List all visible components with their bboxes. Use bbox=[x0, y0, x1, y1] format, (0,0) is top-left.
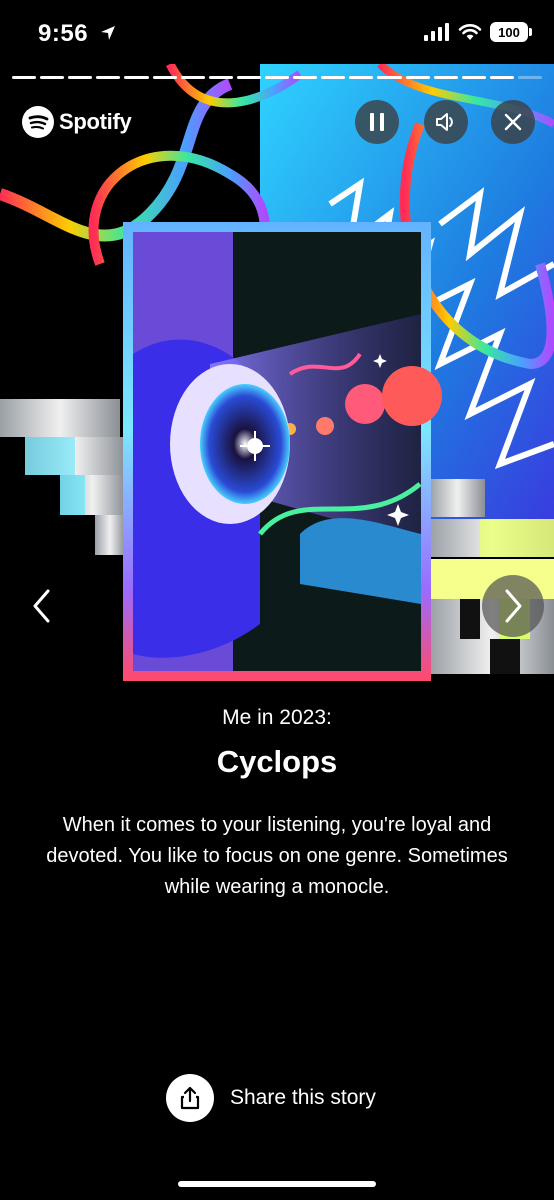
progress-segment bbox=[124, 76, 149, 79]
progress-segment bbox=[68, 76, 93, 79]
pause-button[interactable] bbox=[355, 100, 399, 144]
progress-segment bbox=[433, 76, 458, 79]
artwork-illustration bbox=[0, 64, 554, 681]
progress-segment bbox=[321, 76, 346, 79]
wifi-icon bbox=[458, 24, 482, 40]
progress-segment bbox=[461, 76, 486, 79]
location-arrow-icon bbox=[101, 26, 116, 40]
status-icons: 100 bbox=[424, 22, 532, 42]
spotify-logo: Spotify bbox=[22, 106, 132, 138]
progress-segment bbox=[236, 76, 261, 79]
progress-segment bbox=[377, 76, 402, 79]
story-subtitle: Me in 2023: bbox=[222, 706, 332, 729]
volume-icon bbox=[436, 113, 453, 131]
progress-segment bbox=[489, 76, 514, 79]
battery-level: 100 bbox=[498, 24, 520, 40]
share-button[interactable] bbox=[166, 1074, 214, 1122]
spotify-icon bbox=[22, 106, 54, 138]
battery-icon: 100 bbox=[490, 22, 532, 42]
story-progress bbox=[12, 76, 543, 79]
progress-segment bbox=[405, 76, 430, 79]
progress-segment bbox=[96, 76, 121, 79]
progress-segment bbox=[152, 76, 177, 79]
share-icon bbox=[180, 1086, 200, 1110]
share-label[interactable]: Share this story bbox=[230, 1086, 376, 1110]
progress-segment bbox=[293, 76, 318, 79]
signal-icon bbox=[424, 23, 449, 41]
progress-segment bbox=[208, 76, 233, 79]
progress-segment bbox=[264, 76, 290, 79]
progress-segment bbox=[12, 76, 37, 79]
close-button[interactable] bbox=[491, 100, 535, 144]
next-story-button[interactable] bbox=[482, 575, 544, 637]
chevron-left-icon bbox=[33, 589, 50, 623]
status-bar: 9:56 100 bbox=[0, 0, 554, 64]
pause-icon bbox=[370, 113, 384, 131]
brand-name: Spotify bbox=[59, 109, 132, 134]
home-indicator bbox=[178, 1181, 376, 1187]
time-text: 9:56 bbox=[38, 20, 89, 47]
story-description: When it comes to your listening, you're … bbox=[46, 814, 508, 898]
story-artwork bbox=[0, 64, 554, 690]
progress-segment bbox=[517, 76, 543, 79]
chevron-right-icon bbox=[505, 589, 522, 623]
previous-story-button[interactable] bbox=[14, 580, 70, 632]
progress-segment bbox=[180, 76, 205, 79]
progress-segment bbox=[40, 76, 65, 79]
share-story[interactable]: Share this story bbox=[166, 1074, 376, 1122]
progress-segment bbox=[349, 76, 374, 79]
close-icon bbox=[504, 113, 522, 131]
story-title: Cyclops bbox=[216, 744, 338, 779]
story-caption: Me in 2023: Cyclops When it comes to you… bbox=[0, 706, 554, 903]
story-header: Spotify bbox=[0, 100, 554, 146]
status-time: 9:56 bbox=[38, 20, 117, 48]
volume-button[interactable] bbox=[424, 100, 468, 144]
